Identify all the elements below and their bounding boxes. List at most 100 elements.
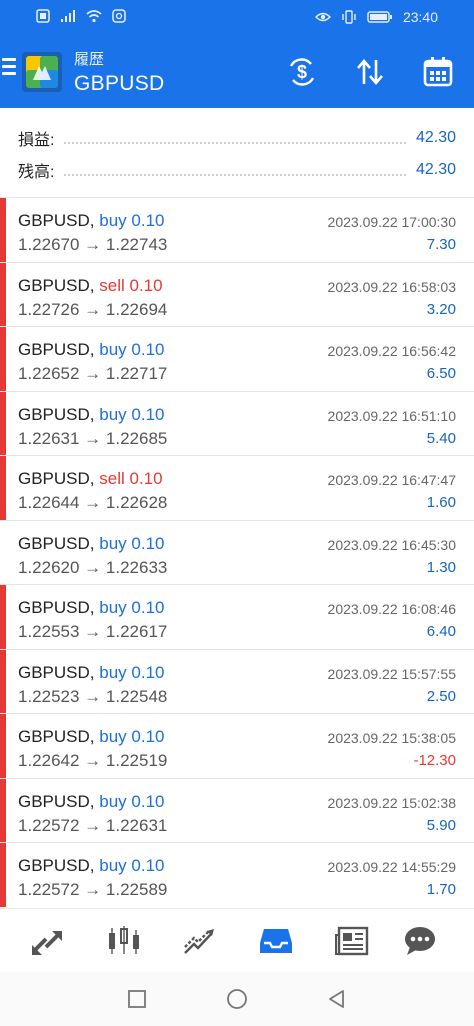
- trade-prices: 1.22644 → 1.22628: [18, 493, 168, 512]
- home-button[interactable]: [224, 986, 250, 1012]
- trade-profit: 3.20: [426, 300, 456, 318]
- trade-prices: 1.22620 → 1.22633: [18, 557, 168, 577]
- trade-type: sell 0.10: [99, 275, 163, 295]
- trade-symbol: GBPUSD,: [18, 662, 95, 682]
- metatrader-logo-icon: [33, 66, 51, 80]
- back-triangle-icon: [329, 990, 344, 1008]
- nav-news[interactable]: [332, 921, 372, 961]
- app-bar: 履歴 GBPUSD $: [0, 36, 474, 108]
- trade-history-list: GBPUSD, buy 0.10 1.22670 → 1.22743 2023.…: [0, 197, 474, 907]
- trade-row[interactable]: GBPUSD, buy 0.10 1.22620 → 1.22633 2023.…: [0, 519, 474, 584]
- nav-chat[interactable]: [400, 921, 440, 961]
- profit-row: 損益: 42.30: [18, 123, 456, 153]
- status-time: 23:40: [402, 9, 438, 25]
- trade-symbol: GBPUSD,: [18, 404, 95, 424]
- dollar-refresh-icon: $: [289, 58, 315, 86]
- home-circle-icon: [227, 989, 247, 1009]
- summary-panel: 損益: 42.30 残高: 42.30: [0, 108, 474, 196]
- trade-type: buy 0.10: [99, 856, 165, 875]
- trade-time: 2023.09.22 14:55:29: [327, 859, 456, 875]
- trade-time: 2023.09.22 16:45:30: [327, 536, 456, 553]
- trade-time: 2023.09.22 16:47:47: [327, 472, 456, 488]
- trade-type: buy 0.10: [99, 598, 165, 617]
- profit-label: 損益:: [18, 132, 55, 149]
- trade-symbol: GBPUSD,: [18, 211, 95, 230]
- nav-charts[interactable]: [104, 921, 144, 961]
- trade-time: 2023.09.22 15:38:05: [327, 730, 456, 746]
- trade-symbol: GBPUSD,: [18, 340, 95, 359]
- signal-icon: [61, 10, 75, 22]
- quotes-icon: [32, 931, 62, 955]
- data-saver-icon: [112, 9, 126, 23]
- trade-profit: 1.30: [426, 558, 456, 576]
- nav-history[interactable]: [256, 921, 296, 961]
- trade-type: buy 0.10: [99, 211, 165, 230]
- dotted-leader: [64, 174, 406, 176]
- trade-type: buy 0.10: [99, 727, 165, 746]
- trade-row[interactable]: GBPUSD, buy 0.10 1.22670 → 1.22743 2023.…: [0, 197, 474, 262]
- trade-row[interactable]: GBPUSD, buy 0.10 1.22572 → 1.22589 2023.…: [0, 842, 474, 907]
- trade-row[interactable]: GBPUSD, buy 0.10 1.22652 → 1.22717 2023.…: [0, 326, 474, 391]
- sort-button[interactable]: [352, 54, 388, 90]
- page-title: GBPUSD: [74, 72, 165, 95]
- trade-prices: 1.22572 → 1.22631: [18, 815, 168, 835]
- trade-prices: 1.22670 → 1.22743: [18, 235, 168, 254]
- trade-row[interactable]: GBPUSD, buy 0.10 1.22642 → 1.22519 2023.…: [0, 713, 474, 778]
- trade-prices: 1.22523 → 1.22548: [18, 686, 168, 706]
- trade-type: sell 0.10: [99, 469, 163, 488]
- battery-icon: [367, 11, 392, 23]
- chat-icon: [405, 927, 435, 955]
- status-bar: 23:40: [0, 0, 474, 36]
- trade-profit: -12.30: [413, 752, 456, 769]
- trade-prices: 1.22572 → 1.22589: [18, 880, 168, 899]
- trade-profit: 5.90: [426, 816, 456, 834]
- bottom-navigation: [0, 908, 474, 973]
- trade-row[interactable]: GBPUSD, buy 0.10 1.22553 → 1.22617 2023.…: [0, 584, 474, 649]
- calendar-button[interactable]: [420, 54, 456, 90]
- trade-type: buy 0.10: [99, 662, 165, 682]
- recents-button[interactable]: [124, 986, 150, 1012]
- balance-label: 残高:: [18, 164, 55, 181]
- trade-row[interactable]: GBPUSD, buy 0.10 1.22572 → 1.22631 2023.…: [0, 777, 474, 842]
- trade-time: 2023.09.22 15:57:55: [327, 665, 456, 682]
- trade-type: buy 0.10: [99, 533, 165, 553]
- trade-type: buy 0.10: [99, 404, 165, 424]
- trade-prices: 1.22631 → 1.22685: [18, 428, 168, 448]
- nav-quotes[interactable]: [28, 921, 68, 961]
- trade-profit: 5.40: [426, 429, 456, 447]
- nav-trade[interactable]: [180, 921, 220, 961]
- trade-prices: 1.22553 → 1.22617: [18, 622, 168, 641]
- trade-icon: [184, 929, 214, 954]
- trade-symbol: GBPUSD,: [18, 469, 95, 488]
- dollar-refresh-button[interactable]: $: [284, 54, 320, 90]
- trade-profit: 2.50: [426, 687, 456, 705]
- trade-symbol: GBPUSD,: [18, 791, 95, 811]
- trade-profit: 1.60: [426, 494, 456, 511]
- trade-row[interactable]: GBPUSD, buy 0.10 1.22631 → 1.22685 2023.…: [0, 390, 474, 455]
- trade-profit: 6.50: [426, 365, 456, 382]
- sort-icon: [357, 59, 383, 85]
- eye-icon: [314, 12, 331, 22]
- trade-time: 2023.09.22 16:51:10: [327, 407, 456, 424]
- system-navigation-bar: [0, 972, 474, 1026]
- trade-prices: 1.22726 → 1.22694: [18, 299, 168, 319]
- trade-time: 2023.09.22 15:02:38: [327, 794, 456, 811]
- trade-time: 2023.09.22 16:58:03: [327, 278, 456, 295]
- trade-profit: 6.40: [426, 623, 456, 640]
- page-subtitle: 履歴: [74, 51, 105, 68]
- balance-value: 42.30: [415, 161, 456, 178]
- vibrate-icon: [342, 10, 356, 24]
- back-button[interactable]: [324, 986, 350, 1012]
- trade-time: 2023.09.22 16:08:46: [327, 601, 456, 617]
- trade-time: 2023.09.22 17:00:30: [327, 214, 456, 230]
- trade-profit: 1.70: [426, 881, 456, 898]
- trade-row[interactable]: GBPUSD, sell 0.10 1.22726 → 1.22694 2023…: [0, 261, 474, 326]
- trade-row[interactable]: GBPUSD, buy 0.10 1.22523 → 1.22548 2023.…: [0, 648, 474, 713]
- trade-row[interactable]: GBPUSD, sell 0.10 1.22644 → 1.22628 2023…: [0, 455, 474, 520]
- trade-profit: 7.30: [426, 236, 456, 253]
- trade-time: 2023.09.22 16:56:42: [327, 343, 456, 359]
- app-logo: [22, 52, 62, 92]
- menu-button[interactable]: [2, 58, 16, 78]
- balance-row: 残高: 42.30: [18, 155, 456, 185]
- trade-symbol: GBPUSD,: [18, 598, 95, 617]
